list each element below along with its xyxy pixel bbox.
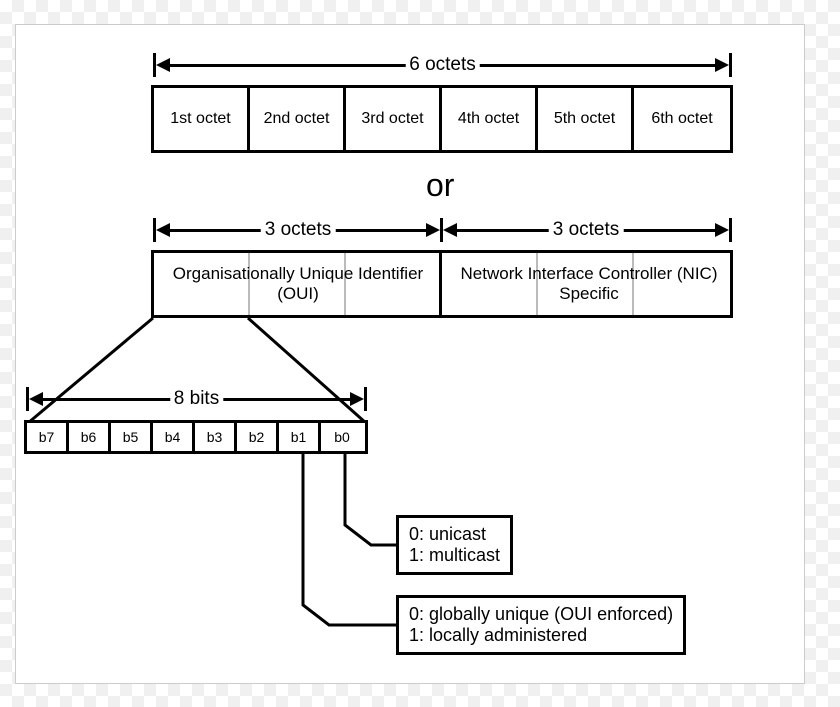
legend-b0-one: 1: multicast [409, 545, 500, 566]
legend-b0-zero: 0: unicast [409, 524, 500, 545]
legend-b1-zero: 0: globally unique (OUI enforced) [409, 604, 673, 625]
legend-b0: 0: unicast 1: multicast [396, 515, 513, 575]
bit-legend-connector [16, 25, 806, 685]
legend-b1-one: 1: locally administered [409, 625, 673, 646]
mac-address-diagram: 6 octets 1st octet 2nd octet 3rd octet 4… [15, 24, 805, 684]
legend-b1: 0: globally unique (OUI enforced) 1: loc… [396, 595, 686, 655]
